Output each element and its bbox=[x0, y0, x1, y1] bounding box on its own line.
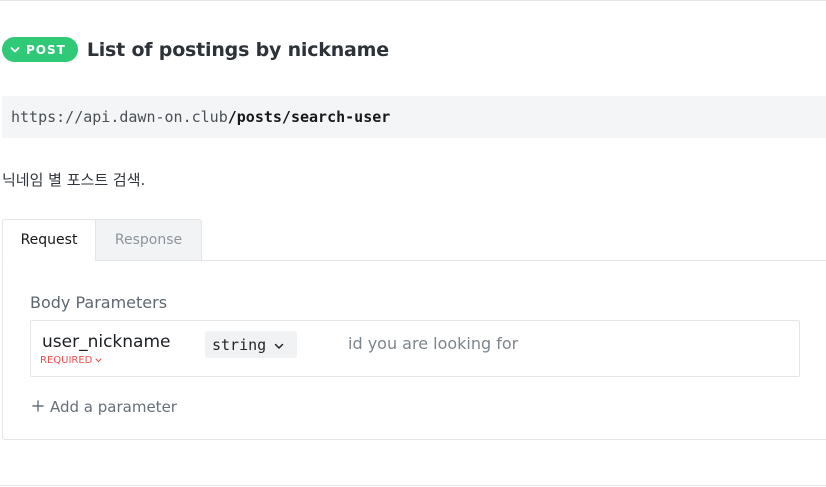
add-parameter-button[interactable]: Add a parameter bbox=[32, 398, 177, 416]
required-label: REQUIRED bbox=[40, 355, 93, 366]
tab-response[interactable]: Response bbox=[95, 219, 202, 261]
type-select[interactable]: string bbox=[205, 331, 297, 358]
add-parameter-label: Add a parameter bbox=[50, 398, 177, 416]
type-value: string bbox=[212, 335, 267, 354]
chevron-down-icon bbox=[274, 336, 284, 354]
bottom-divider bbox=[0, 485, 826, 486]
chevron-down-icon bbox=[10, 46, 20, 54]
endpoint-title: List of postings by nickname bbox=[86, 38, 389, 61]
body-parameters-title: Body Parameters bbox=[30, 293, 168, 312]
parameter-description[interactable]: id you are looking for bbox=[348, 334, 518, 353]
method-label: POST bbox=[26, 42, 66, 57]
chevron-down-icon bbox=[95, 355, 102, 366]
method-badge[interactable]: POST bbox=[2, 37, 78, 62]
required-toggle[interactable]: REQUIRED bbox=[40, 355, 102, 366]
parameter-row: user_nickname REQUIRED string id you are… bbox=[30, 320, 800, 377]
top-divider bbox=[0, 0, 826, 1]
endpoint-description: 닉네임 별 포스트 검색. bbox=[2, 171, 146, 189]
endpoint-header: POST List of postings by nickname bbox=[2, 37, 389, 62]
endpoint-url: https://api.dawn-on.club/posts/search-us… bbox=[2, 96, 826, 138]
plus-icon bbox=[32, 398, 44, 416]
parameter-name[interactable]: user_nickname bbox=[42, 332, 170, 352]
tab-request[interactable]: Request bbox=[2, 219, 96, 261]
url-path: /posts/search-user bbox=[227, 108, 391, 126]
url-base: https://api.dawn-on.club bbox=[11, 108, 228, 126]
